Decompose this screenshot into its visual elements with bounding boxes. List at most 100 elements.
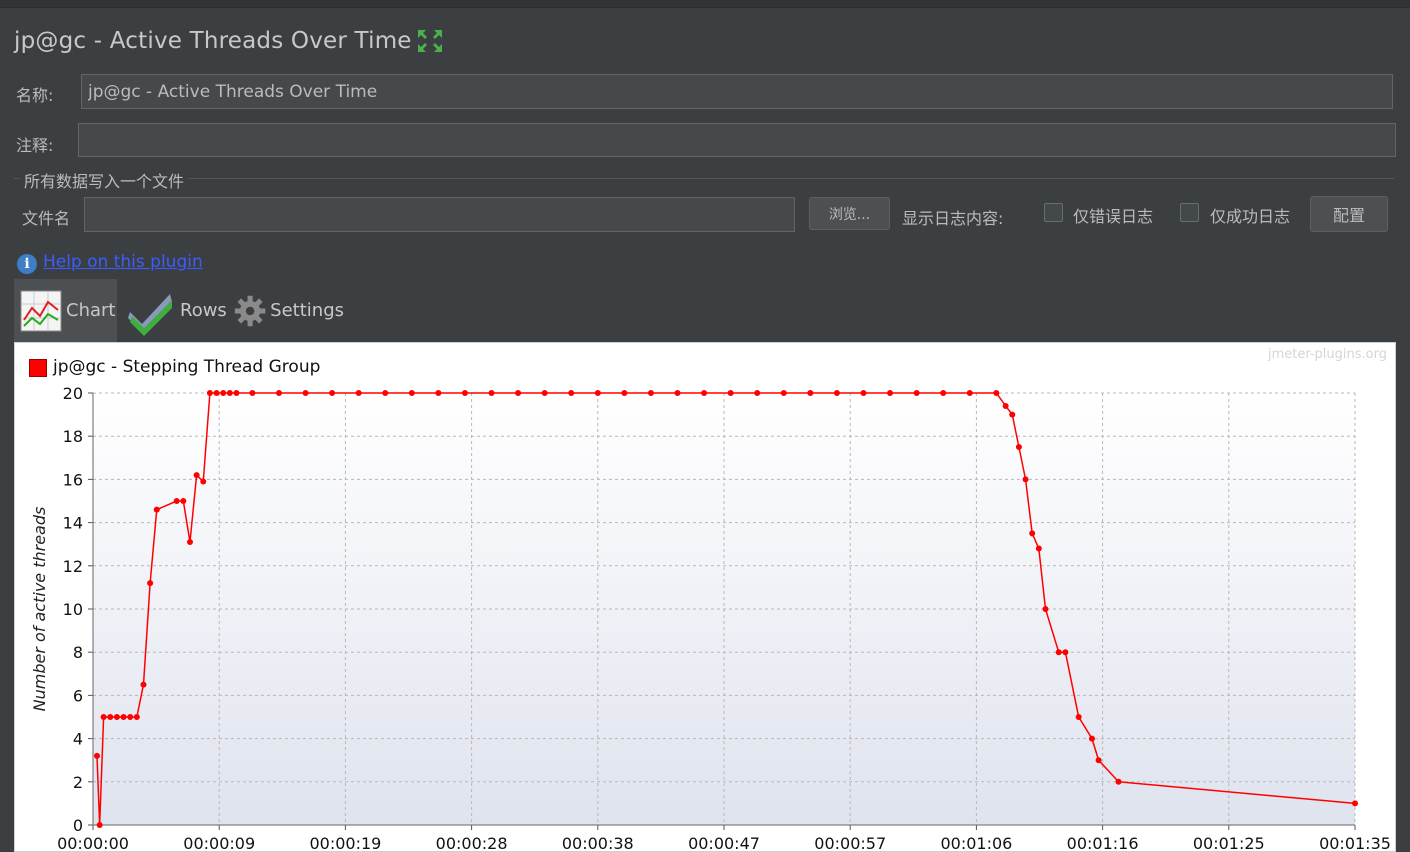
data-point	[1029, 530, 1036, 537]
x-tick-label: 00:00:19	[309, 834, 381, 852]
data-point	[674, 390, 681, 396]
configure-button[interactable]: 配置	[1310, 196, 1388, 232]
data-point	[147, 580, 154, 587]
window-top-strip	[0, 0, 1410, 8]
expand-icon[interactable]	[416, 28, 444, 54]
data-point	[621, 390, 628, 396]
tab-settings-label: Settings	[270, 300, 344, 321]
y-tick-label: 18	[63, 427, 83, 446]
data-point	[966, 390, 973, 396]
data-point	[220, 390, 227, 396]
data-point	[226, 390, 233, 396]
tab-rows[interactable]: Rows	[124, 279, 228, 342]
y-tick-label: 4	[73, 730, 83, 749]
data-point	[382, 390, 389, 396]
data-point	[1075, 714, 1082, 720]
data-point	[153, 506, 160, 513]
name-input[interactable]	[81, 74, 1393, 109]
data-point	[488, 390, 495, 396]
data-point	[1062, 649, 1069, 656]
data-point	[461, 390, 468, 396]
errors-only-label: 仅错误日志	[1073, 207, 1154, 226]
comment-label: 注释:	[16, 136, 54, 155]
errors-only-checkbox[interactable]	[1044, 203, 1063, 222]
tab-settings[interactable]: Settings	[232, 279, 344, 342]
data-point	[329, 390, 336, 396]
data-point	[140, 681, 147, 688]
data-point	[1352, 800, 1358, 807]
data-point	[206, 390, 213, 396]
y-tick-label: 10	[63, 600, 83, 619]
data-point	[993, 390, 1000, 396]
y-tick-label: 12	[63, 557, 83, 576]
data-point	[120, 714, 127, 720]
comment-input[interactable]	[78, 123, 1396, 157]
data-point	[594, 390, 601, 396]
x-tick-label: 00:00:38	[562, 834, 634, 852]
y-tick-label: 2	[73, 773, 83, 792]
data-point	[568, 390, 575, 396]
chart-panel: jmeter-plugins.org jp@gc - Stepping Thre…	[14, 342, 1396, 852]
x-tick-label: 00:00:47	[688, 834, 760, 852]
data-point	[754, 390, 761, 396]
data-point	[193, 472, 200, 479]
x-tick-label: 00:00:28	[436, 834, 508, 852]
x-tick-label: 00:01:25	[1193, 834, 1265, 852]
group-title: 所有数据写入一个文件	[20, 168, 189, 192]
data-point	[727, 390, 734, 396]
y-tick-label: 6	[73, 686, 83, 705]
filename-label: 文件名	[22, 209, 71, 228]
data-point	[1022, 476, 1029, 483]
x-tick-label: 00:01:16	[1067, 834, 1139, 852]
data-point	[1015, 444, 1022, 450]
tab-chart[interactable]: Chart	[14, 279, 117, 342]
data-point	[180, 498, 187, 504]
y-tick-label: 14	[63, 514, 83, 533]
success-only-checkbox[interactable]	[1180, 203, 1199, 222]
data-point	[233, 390, 240, 396]
y-tick-label: 8	[73, 643, 83, 662]
x-tick-label: 00:00:09	[183, 834, 255, 852]
x-tick-label: 00:01:35	[1319, 834, 1391, 852]
data-point	[200, 478, 207, 485]
browse-button[interactable]: 浏览...	[809, 197, 890, 230]
y-axis-label: Number of active threads	[30, 507, 49, 712]
data-point	[127, 714, 134, 720]
data-point	[1095, 757, 1102, 764]
filename-input[interactable]	[84, 197, 795, 232]
help-link[interactable]: Help on this plugin	[43, 252, 203, 272]
page-title: jp@gc - Active Threads Over Time	[14, 28, 412, 54]
checkmark-icon	[128, 293, 172, 336]
data-point	[435, 390, 442, 396]
data-point	[833, 390, 840, 396]
data-point	[807, 390, 814, 396]
data-point	[113, 714, 120, 720]
success-only-label: 仅成功日志	[1210, 207, 1291, 226]
x-tick-label: 00:00:00	[57, 834, 129, 852]
data-point	[173, 498, 180, 504]
info-icon: i	[17, 254, 37, 274]
data-point	[940, 390, 947, 396]
data-point	[249, 390, 256, 396]
data-point	[133, 714, 140, 720]
chart-icon	[20, 290, 62, 331]
tab-chart-label: Chart	[66, 300, 116, 321]
data-point	[1035, 545, 1042, 552]
data-point	[408, 390, 415, 396]
data-point	[186, 539, 193, 546]
log-display-label: 显示日志内容:	[902, 209, 1004, 228]
data-point	[1042, 606, 1049, 612]
y-tick-label: 0	[73, 816, 83, 835]
data-point	[1115, 778, 1122, 785]
data-point	[887, 390, 894, 396]
data-point	[355, 390, 362, 396]
data-point	[1055, 649, 1062, 656]
data-point	[96, 822, 103, 828]
gear-icon	[234, 295, 266, 326]
x-tick-label: 00:00:57	[814, 834, 886, 852]
data-point	[302, 390, 309, 396]
data-point	[541, 390, 548, 396]
name-label: 名称:	[16, 86, 54, 105]
data-point	[93, 752, 100, 759]
data-point	[107, 714, 114, 720]
